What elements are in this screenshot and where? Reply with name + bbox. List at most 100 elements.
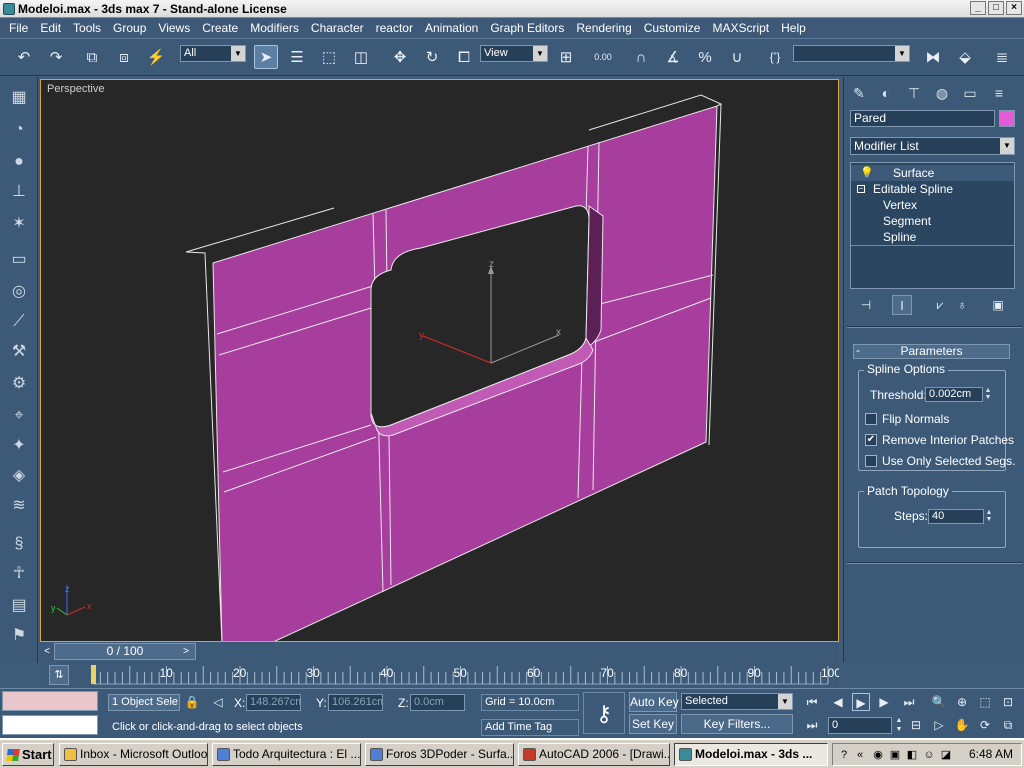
play-icon[interactable]: ▶: [852, 693, 870, 711]
set-key-icon[interactable]: ⚷: [583, 692, 625, 734]
snap-toggle-icon[interactable]: ∩: [629, 45, 653, 69]
y-coordinate-field[interactable]: 106.261cm: [328, 694, 383, 711]
zoom-icon[interactable]: 🔍: [930, 693, 948, 711]
tube-icon[interactable]: ⟋: [7, 311, 31, 333]
menu-graph-editors[interactable]: Graph Editors: [484, 18, 570, 38]
edit-named-selection-icon[interactable]: {ʼ}: [763, 45, 787, 69]
menu-character[interactable]: Character: [305, 18, 370, 38]
helix-icon[interactable]: §: [7, 533, 31, 555]
manipulate-icon[interactable]: 0.00: [591, 45, 615, 69]
cloth-icon[interactable]: ◈: [7, 465, 31, 487]
stack-item-segment[interactable]: Segment: [883, 213, 931, 229]
star-icon[interactable]: ✶: [7, 213, 31, 235]
named-selection-dropdown[interactable]: ▼: [793, 45, 910, 62]
maxscript-listener-mini[interactable]: [2, 691, 98, 711]
teapot-icon[interactable]: ⊥: [7, 181, 31, 203]
zoom-all-icon[interactable]: ⊕: [953, 693, 971, 711]
current-frame-field[interactable]: 0: [828, 717, 892, 734]
collapse-icon[interactable]: −: [857, 185, 865, 193]
wave-icon[interactable]: ≋: [7, 495, 31, 517]
sphere-icon[interactable]: ●: [7, 151, 31, 173]
zoom-extents-all-icon[interactable]: ⊡: [999, 693, 1017, 711]
arc-rotate-icon[interactable]: ⟳: [976, 716, 994, 734]
add-time-tag-button[interactable]: Add Time Tag: [481, 719, 579, 736]
angle-snap-icon[interactable]: ∡: [661, 45, 685, 69]
stack-item-vertex[interactable]: Vertex: [883, 197, 917, 213]
time-slider-thumb[interactable]: 0 / 100: [54, 643, 196, 660]
show-end-result-icon[interactable]: Ⅰ: [892, 295, 912, 315]
select-object-icon[interactable]: ➤: [254, 45, 278, 69]
cylinder-icon[interactable]: ◎: [7, 281, 31, 303]
task-3dsmax[interactable]: Modeloi.max - 3ds ...: [674, 743, 828, 766]
book-icon[interactable]: ▤: [7, 595, 31, 617]
menu-customize[interactable]: Customize: [638, 18, 707, 38]
create-tab-icon[interactable]: ✎: [848, 82, 870, 104]
utilities-tab-icon[interactable]: ≡: [988, 82, 1010, 104]
perspective-viewport[interactable]: z y x z y x Perspective: [40, 79, 839, 642]
stack-item-surface[interactable]: 💡 Surface: [851, 165, 1014, 181]
parameters-rollout-header[interactable]: Parameters: [853, 344, 1010, 359]
configure-modifier-sets-icon[interactable]: ▣: [988, 295, 1008, 315]
hierarchy-tab-icon[interactable]: ⊤: [903, 82, 925, 104]
selection-filter-dropdown[interactable]: All ▼: [180, 45, 246, 62]
flip-normals-checkbox[interactable]: [865, 413, 877, 425]
mirror-icon[interactable]: ⧓: [921, 45, 945, 69]
unlink-icon[interactable]: ⧈: [112, 45, 136, 69]
auto-key-button[interactable]: Auto Key: [629, 692, 679, 712]
language-tray-icon[interactable]: ◪: [939, 748, 953, 762]
select-and-link-icon[interactable]: ⧉: [80, 45, 104, 69]
remove-interior-patches-checkbox[interactable]: ✔: [865, 434, 877, 446]
menu-modifiers[interactable]: Modifiers: [244, 18, 305, 38]
scale-icon[interactable]: ⧠: [452, 45, 476, 69]
next-frame-icon[interactable]: ▶: [875, 693, 893, 711]
threshold-spinner[interactable]: 0.002cm: [925, 387, 983, 402]
light-icon[interactable]: ✦: [7, 435, 31, 457]
undo-icon[interactable]: ↶: [12, 45, 36, 69]
motion-tab-icon[interactable]: ◍: [931, 82, 953, 104]
menu-help[interactable]: Help: [775, 18, 812, 38]
go-to-end-icon[interactable]: ⏭: [900, 693, 918, 711]
threshold-spinner-arrows[interactable]: ▲ ▼: [983, 387, 993, 402]
plane-icon[interactable]: ▭: [7, 249, 31, 271]
menu-reactor[interactable]: reactor: [370, 18, 419, 38]
gear-icon[interactable]: ⚙: [7, 373, 31, 395]
minimize-button[interactable]: _: [970, 1, 986, 15]
hammer-icon[interactable]: ⚒: [7, 341, 31, 363]
viewport-label[interactable]: Perspective: [47, 83, 104, 95]
rotate-icon[interactable]: ↻: [420, 45, 444, 69]
layer-manager-icon[interactable]: ≣: [990, 45, 1014, 69]
make-unique-icon[interactable]: ⩗: [930, 295, 950, 315]
menu-file[interactable]: File: [3, 18, 34, 38]
time-slider-next-icon[interactable]: >: [179, 643, 193, 660]
reference-coordinate-dropdown[interactable]: View ▼: [480, 45, 548, 62]
close-button[interactable]: ×: [1006, 1, 1022, 15]
menu-tools[interactable]: Tools: [67, 18, 107, 38]
window-crossing-icon[interactable]: ◫: [349, 45, 373, 69]
percent-snap-icon[interactable]: %: [693, 45, 717, 69]
menu-group[interactable]: Group: [107, 18, 152, 38]
modify-tab-icon[interactable]: ◐: [875, 82, 897, 104]
maxscript-input-mini[interactable]: [2, 715, 98, 735]
messenger-tray-icon[interactable]: ☺: [922, 748, 936, 762]
biped-icon[interactable]: ☥: [7, 563, 31, 585]
tools-icon[interactable]: ⚑: [7, 625, 31, 647]
key-mode-toggle-icon[interactable]: ⏭: [803, 716, 821, 734]
help-tray-icon[interactable]: ?: [837, 748, 851, 762]
align-icon[interactable]: ⬙: [953, 45, 977, 69]
maximize-viewport-icon[interactable]: ⧉: [999, 716, 1017, 734]
start-button[interactable]: Start: [2, 743, 54, 766]
use-only-selected-segs-checkbox[interactable]: [865, 455, 877, 467]
task-browser-todo-arquitectura[interactable]: Todo Arquitectura : El ...: [212, 743, 361, 766]
modifier-list-dropdown[interactable]: Modifier List ▼: [850, 137, 1015, 155]
bind-space-warp-icon[interactable]: ⚡: [144, 45, 168, 69]
time-configuration-icon[interactable]: ⊟: [907, 716, 925, 734]
norton-tray-icon[interactable]: ◉: [871, 748, 885, 762]
steps-spinner-arrows[interactable]: ▲ ▼: [984, 509, 994, 524]
menu-rendering[interactable]: Rendering: [570, 18, 637, 38]
task-outlook[interactable]: Inbox - Microsoft Outlook: [59, 743, 208, 766]
move-icon[interactable]: ✥: [388, 45, 412, 69]
steps-spinner[interactable]: 40: [928, 509, 984, 524]
frame-spinner-arrows[interactable]: ▲ ▼: [890, 716, 908, 734]
menu-animation[interactable]: Animation: [419, 18, 484, 38]
track-bar[interactable]: ⇅ 10 20 30 40 50 60 70 80 90 100: [40, 662, 839, 688]
